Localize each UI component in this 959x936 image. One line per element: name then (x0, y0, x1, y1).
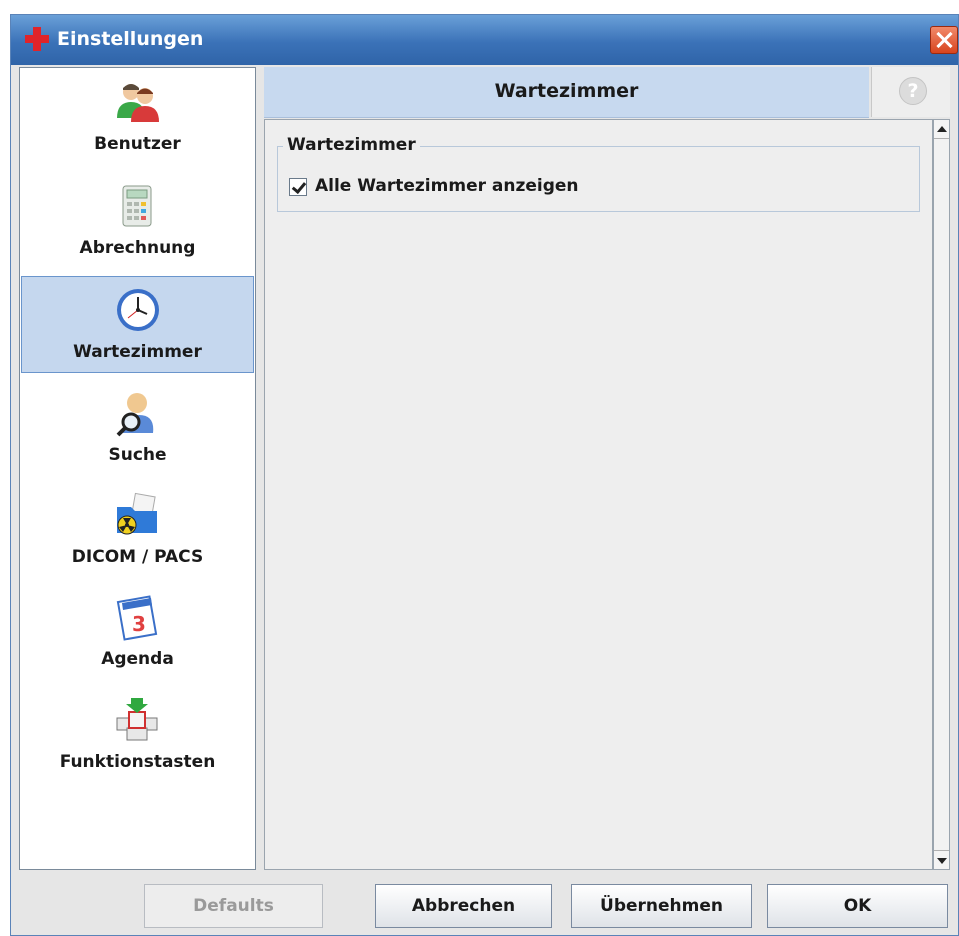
sidebar-item-label: Funktionstasten (59, 752, 216, 772)
settings-content: Wartezimmer Alle Wartezimmer anzeigen (264, 119, 933, 870)
settings-window: Einstellungen Benutzer Abrechnung Wartez… (10, 14, 959, 936)
users-icon (117, 84, 159, 122)
sidebar-item-benutzer[interactable]: Benutzer (20, 68, 255, 168)
scroll-down-arrow-icon[interactable] (934, 850, 949, 869)
sidebar-item-label: DICOM / PACS (71, 547, 204, 567)
svg-text:3: 3 (132, 612, 146, 636)
sidebar-item-funktionstasten[interactable]: Funktionstasten (20, 686, 255, 786)
calculator-icon (122, 185, 152, 227)
title-bar[interactable]: Einstellungen (11, 15, 958, 65)
keyboard-keys-icon (116, 698, 158, 741)
panel-title: Wartezimmer (494, 80, 639, 102)
panel-header: Wartezimmer (264, 67, 869, 118)
help-button[interactable]: ? (871, 67, 950, 117)
scroll-track[interactable] (934, 139, 949, 850)
sidebar-item-abrechnung[interactable]: Abrechnung (20, 172, 255, 272)
sidebar-item-label: Abrechnung (79, 238, 196, 258)
sidebar-item-suche[interactable]: Suche (20, 379, 255, 479)
sidebar-item-label: Wartezimmer (73, 342, 202, 362)
settings-sidebar: Benutzer Abrechnung Wartezimmer Suche DI… (19, 67, 256, 870)
vertical-scrollbar[interactable] (933, 119, 950, 870)
radiation-folder-icon (117, 492, 157, 535)
sidebar-item-label: Suche (108, 445, 167, 465)
ok-button[interactable]: OK (767, 884, 948, 928)
sidebar-item-label: Agenda (101, 649, 174, 669)
show-all-waiting-rooms-checkbox[interactable] (289, 178, 307, 196)
person-search-icon (116, 393, 154, 437)
sidebar-item-label: Benutzer (94, 134, 181, 154)
apply-button[interactable]: Übernehmen (571, 884, 752, 928)
group-title: Wartezimmer (283, 135, 420, 155)
cancel-button[interactable]: Abbrechen (375, 884, 552, 928)
sidebar-item-agenda[interactable]: 3 Agenda (20, 583, 255, 683)
scroll-up-arrow-icon[interactable] (934, 120, 949, 139)
sidebar-item-wartezimmer[interactable]: Wartezimmer (21, 276, 254, 373)
defaults-button[interactable]: Defaults (144, 884, 323, 928)
clock-icon (117, 289, 159, 331)
window-title: Einstellungen (57, 28, 204, 50)
close-button[interactable] (930, 26, 958, 54)
sidebar-item-dicom-pacs[interactable]: DICOM / PACS (20, 481, 255, 581)
calendar-icon: 3 (116, 595, 158, 641)
help-icon: ? (899, 77, 927, 105)
checkbox-label[interactable]: Alle Wartezimmer anzeigen (315, 176, 579, 196)
red-cross-icon (25, 27, 49, 51)
